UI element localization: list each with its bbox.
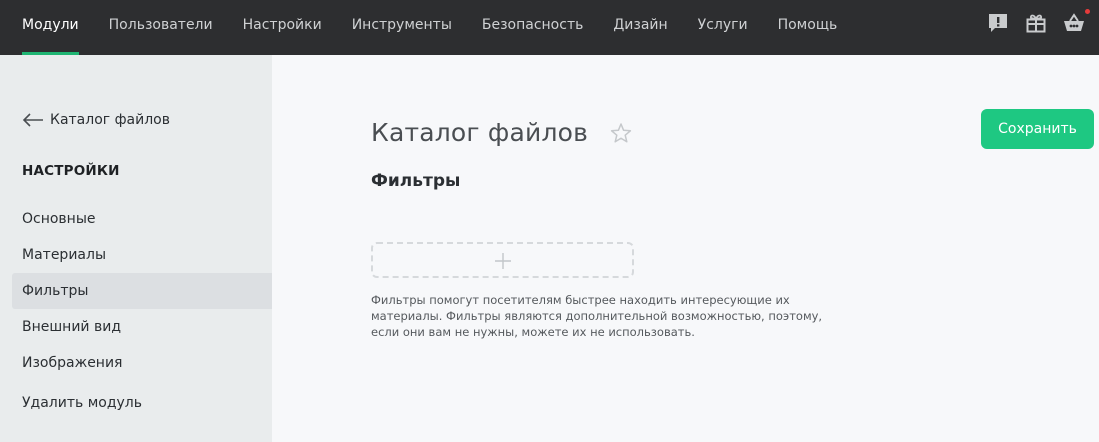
delete-module-link[interactable]: Удалить модуль: [22, 395, 142, 411]
cart-icon[interactable]: [1063, 9, 1090, 34]
notification-dot: [1085, 9, 1090, 14]
top-icons: [987, 9, 1090, 34]
plus-icon: [495, 253, 511, 269]
arrow-left-icon: [22, 113, 43, 127]
sidebar-heading: НАСТРОЙКИ: [22, 163, 120, 179]
section-title: Фильтры: [371, 171, 461, 191]
sidebar: Каталог файлов НАСТРОЙКИ Основные Матери…: [0, 55, 272, 442]
nav-item-services[interactable]: Услуги: [683, 0, 763, 55]
add-filter-button[interactable]: [371, 242, 634, 278]
page-title: Каталог файлов: [371, 118, 589, 147]
alert-message-icon[interactable]: [987, 12, 1009, 34]
title-row: Каталог файлов: [371, 118, 632, 147]
nav-item-help[interactable]: Помощь: [763, 0, 853, 55]
filters-hint: Фильтры помогут посетителям быстрее нахо…: [371, 293, 823, 339]
nav-item-tools[interactable]: Инструменты: [337, 0, 467, 55]
main-nav: Модули Пользователи Настройки Инструмент…: [0, 0, 852, 55]
nav-item-security[interactable]: Безопасность: [467, 0, 598, 55]
nav-item-users[interactable]: Пользователи: [94, 0, 228, 55]
sidebar-item-materials[interactable]: Материалы: [12, 237, 272, 273]
save-button[interactable]: Сохранить: [981, 109, 1094, 149]
sidebar-item-appearance[interactable]: Внешний вид: [12, 309, 272, 345]
sidebar-item-images[interactable]: Изображения: [12, 345, 272, 381]
sidebar-menu: Основные Материалы Фильтры Внешний вид И…: [12, 201, 272, 381]
main-content: Каталог файлов Фильтры Фильтры помогут п…: [272, 55, 1099, 442]
nav-item-settings[interactable]: Настройки: [228, 0, 337, 55]
top-navbar: Модули Пользователи Настройки Инструмент…: [0, 0, 1099, 55]
nav-item-modules[interactable]: Модули: [0, 0, 94, 55]
sidebar-item-general[interactable]: Основные: [12, 201, 272, 237]
nav-item-design[interactable]: Дизайн: [598, 0, 682, 55]
star-icon[interactable]: [610, 122, 632, 144]
back-link-label: Каталог файлов: [50, 112, 170, 128]
gift-icon[interactable]: [1025, 12, 1047, 34]
sidebar-item-filters[interactable]: Фильтры: [12, 273, 272, 309]
back-link[interactable]: Каталог файлов: [22, 112, 170, 128]
